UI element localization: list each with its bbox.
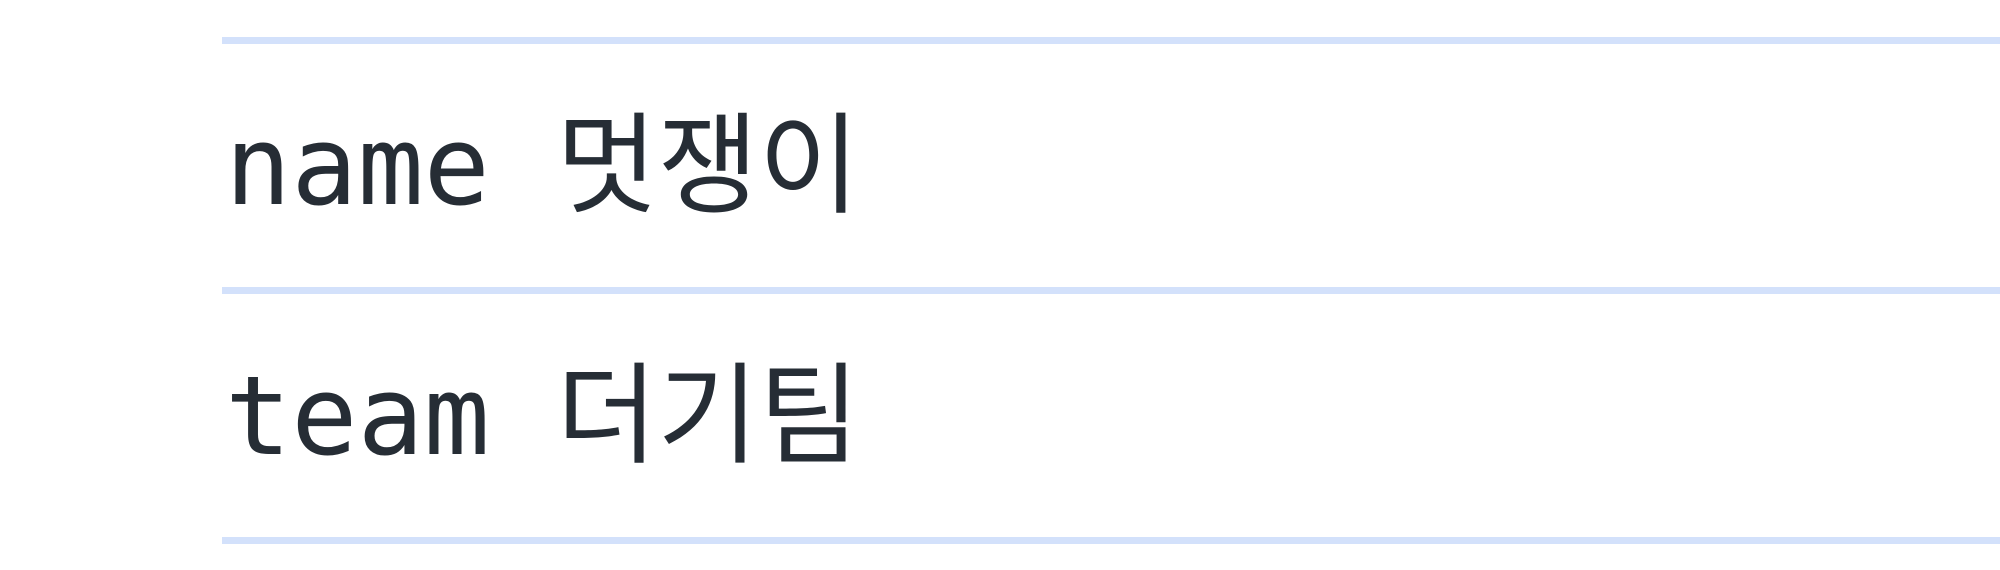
list-item: name 멋쟁이 [222, 44, 2000, 287]
row-divider-bottom [222, 537, 2000, 544]
row-divider [222, 287, 2000, 294]
name-row-text: name 멋쟁이 [225, 101, 860, 230]
list-item: team 더기팀 [222, 294, 2000, 537]
key-value-list: name 멋쟁이 team 더기팀 [222, 37, 2000, 544]
team-row-text: team 더기팀 [225, 351, 860, 480]
row-divider-top [222, 37, 2000, 44]
